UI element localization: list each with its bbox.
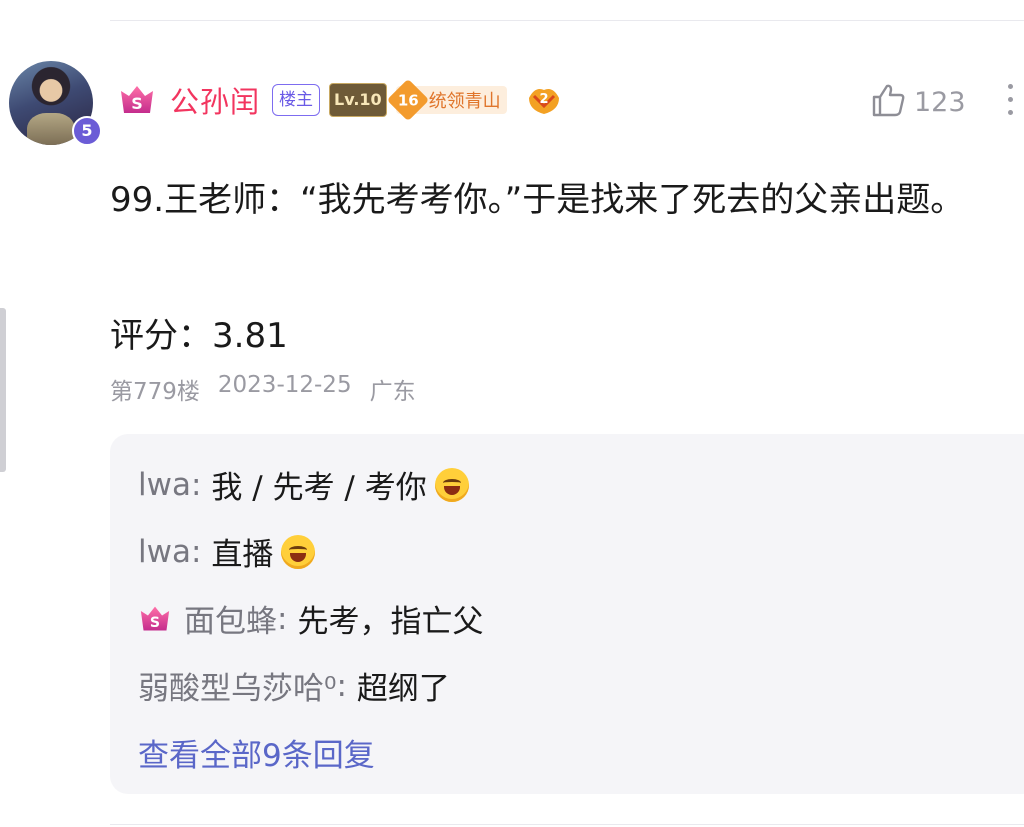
medal-icon: 2 xyxy=(525,84,563,116)
reply-item[interactable]: lwa : 直播 xyxy=(138,529,316,574)
reply-author[interactable]: 弱酸型乌莎哈⁰ xyxy=(138,663,336,708)
reply-item[interactable]: 弱酸型乌莎哈⁰ : 超纲了 xyxy=(138,663,450,708)
reply-author[interactable]: lwa xyxy=(138,467,191,503)
rank-title: 统领青山 xyxy=(428,91,501,112)
vip-icon: S xyxy=(118,83,156,117)
like-count: 123 xyxy=(914,86,966,118)
username[interactable]: 公孙闰 xyxy=(170,79,260,121)
post-date: 2023-12-25 xyxy=(217,372,352,398)
post-score: 评分：3.81 xyxy=(110,316,288,356)
reply-item[interactable]: lwa : 我 / 先考 / 考你 xyxy=(138,462,469,507)
grinning-squint-emoji-icon xyxy=(434,467,469,502)
reply-author[interactable]: 面包蜂 xyxy=(184,596,277,641)
reply-item[interactable]: S 面包蜂 : 先考，指亡父 xyxy=(138,596,483,641)
vip-icon: S xyxy=(138,604,172,634)
reply-text: 超纲了 xyxy=(356,671,450,707)
reply-text: 先考，指亡父 xyxy=(297,604,484,640)
floor-number: 第779楼 xyxy=(110,379,200,405)
rank-badge: 16 统领青山 xyxy=(386,78,507,122)
reply-list: lwa : 我 / 先考 / 考你 lwa : 直播 S 面包蜂 : 先考，指亡… xyxy=(110,434,1024,794)
post-location: 广东 xyxy=(369,379,416,405)
thumbs-up-icon xyxy=(870,82,906,122)
reply-author[interactable]: lwa xyxy=(138,534,191,570)
level-badge: Lv.10 xyxy=(329,83,387,117)
like-button[interactable]: 123 xyxy=(870,82,966,122)
post-page: 5 S 公孙闰 楼主 Lv.10 16 统领青山 2 123 99.王老师：“我… xyxy=(0,0,1024,827)
scroll-indicator[interactable] xyxy=(0,308,6,472)
laughing-emoji-icon xyxy=(281,534,316,569)
avatar-level-badge: 5 xyxy=(72,116,102,146)
avatar[interactable]: 5 xyxy=(9,61,102,146)
svg-text:2: 2 xyxy=(539,92,548,107)
divider xyxy=(110,824,1024,825)
post-header: S 公孙闰 楼主 Lv.10 16 统领青山 2 xyxy=(118,78,563,122)
reply-text: 我 / 先考 / 考你 xyxy=(211,470,427,506)
post-meta: 第779楼 2023-12-25 广东 xyxy=(110,372,416,406)
divider xyxy=(110,20,1024,21)
view-all-replies-link[interactable]: 查看全部9条回复 xyxy=(138,730,375,775)
more-icon[interactable] xyxy=(1006,84,1016,120)
svg-text:S: S xyxy=(131,94,143,113)
reply-text: 直播 xyxy=(211,537,274,573)
post-text: 99.王老师：“我先考考你。”于是找来了死去的父亲出题。 xyxy=(110,180,965,220)
svg-text:S: S xyxy=(150,614,160,630)
rank-number: 16 xyxy=(386,78,429,122)
owner-tag: 楼主 xyxy=(272,84,321,116)
